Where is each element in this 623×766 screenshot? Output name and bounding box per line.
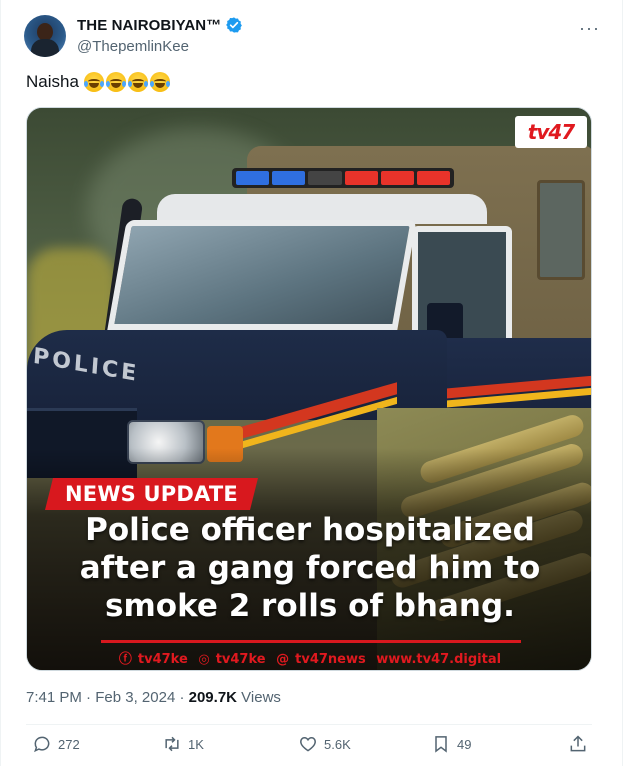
headline-line: Police officer hospitalized xyxy=(85,512,535,548)
social-handles-bar: ⓕ tv47ke ◎ tv47ke @ tv47news www.tv47.digit… xyxy=(27,648,591,667)
headline-line: smoke 2 rolls of bhang. xyxy=(105,588,515,624)
retweet-count: 1K xyxy=(188,736,204,752)
author-avatar[interactable] xyxy=(24,15,66,57)
share-icon xyxy=(570,735,586,752)
instagram-icon: ◎ xyxy=(198,652,210,667)
like-button[interactable]: 5.6K xyxy=(298,734,351,754)
tweet-text: Naisha xyxy=(26,70,170,94)
author-name-row[interactable]: THE NAIROBIYAN™ xyxy=(77,16,243,34)
views-label: Views xyxy=(241,689,281,706)
bookmark-icon xyxy=(435,736,447,753)
bookmark-button[interactable]: 49 xyxy=(431,734,471,754)
face-with-tears-of-joy-icon xyxy=(149,72,170,92)
instagram-handle: tv47ke xyxy=(215,652,266,667)
news-update-badge: NEWS UPDATE xyxy=(55,478,248,510)
tweet-emojis xyxy=(83,72,170,92)
headline-line: after a gang forced him to xyxy=(79,550,541,586)
face-with-tears-of-joy-icon xyxy=(127,72,148,92)
tweet-time[interactable]: 7:41 PM xyxy=(26,689,82,706)
verified-badge-icon xyxy=(226,17,243,33)
action-divider xyxy=(26,724,592,725)
tv47-logo: tv47 xyxy=(515,116,587,148)
meta-separator: · xyxy=(179,689,185,706)
retweet-icon xyxy=(165,736,179,752)
face-with-tears-of-joy-icon xyxy=(83,72,104,92)
threads-handle: tv47news xyxy=(295,652,366,667)
facebook-handle: tv47ke xyxy=(137,652,188,667)
author-display-name[interactable]: THE NAIROBIYAN™ xyxy=(77,17,221,34)
reply-count: 272 xyxy=(58,736,80,752)
tweet-date[interactable]: Feb 3, 2024 xyxy=(95,689,175,706)
bookmark-count: 49 xyxy=(457,736,472,752)
meta-separator: · xyxy=(86,689,92,706)
tweet-card: THE NAIROBIYAN™ @ThepemlinKee ··· Naisha xyxy=(0,0,623,766)
author-handle[interactable]: @ThepemlinKee xyxy=(77,38,189,55)
website-url: www.tv47.digital xyxy=(376,652,502,667)
facebook-icon: ⓕ xyxy=(118,652,132,667)
threads-icon: @ xyxy=(276,652,290,667)
news-headline: Police officer hospitalized after a gang… xyxy=(37,511,583,625)
avatar-body-shape xyxy=(31,39,59,57)
heart-icon xyxy=(300,736,316,752)
more-options-icon[interactable]: ··· xyxy=(579,18,600,39)
reply-button[interactable]: 272 xyxy=(32,734,80,754)
tweet-text-content: Naisha xyxy=(26,72,79,91)
siren-lightbar xyxy=(232,168,454,188)
views-count: 209.7K xyxy=(188,689,237,706)
retweet-button[interactable]: 1K xyxy=(162,734,204,754)
truck-windshield xyxy=(107,220,417,330)
tweet-actions-bar: 272 1K 5.6K 49 xyxy=(26,734,592,762)
tweet-meta: 7:41 PM · Feb 3, 2024 · 209.7K Views xyxy=(26,689,281,706)
reply-icon xyxy=(34,736,50,753)
headline-divider xyxy=(101,640,521,643)
like-count: 5.6K xyxy=(324,736,351,752)
tweet-media-image[interactable]: POLICE tv47 NEWS UPDATE Police officer h… xyxy=(26,107,592,671)
share-button[interactable] xyxy=(568,734,588,754)
face-with-tears-of-joy-icon xyxy=(105,72,126,92)
